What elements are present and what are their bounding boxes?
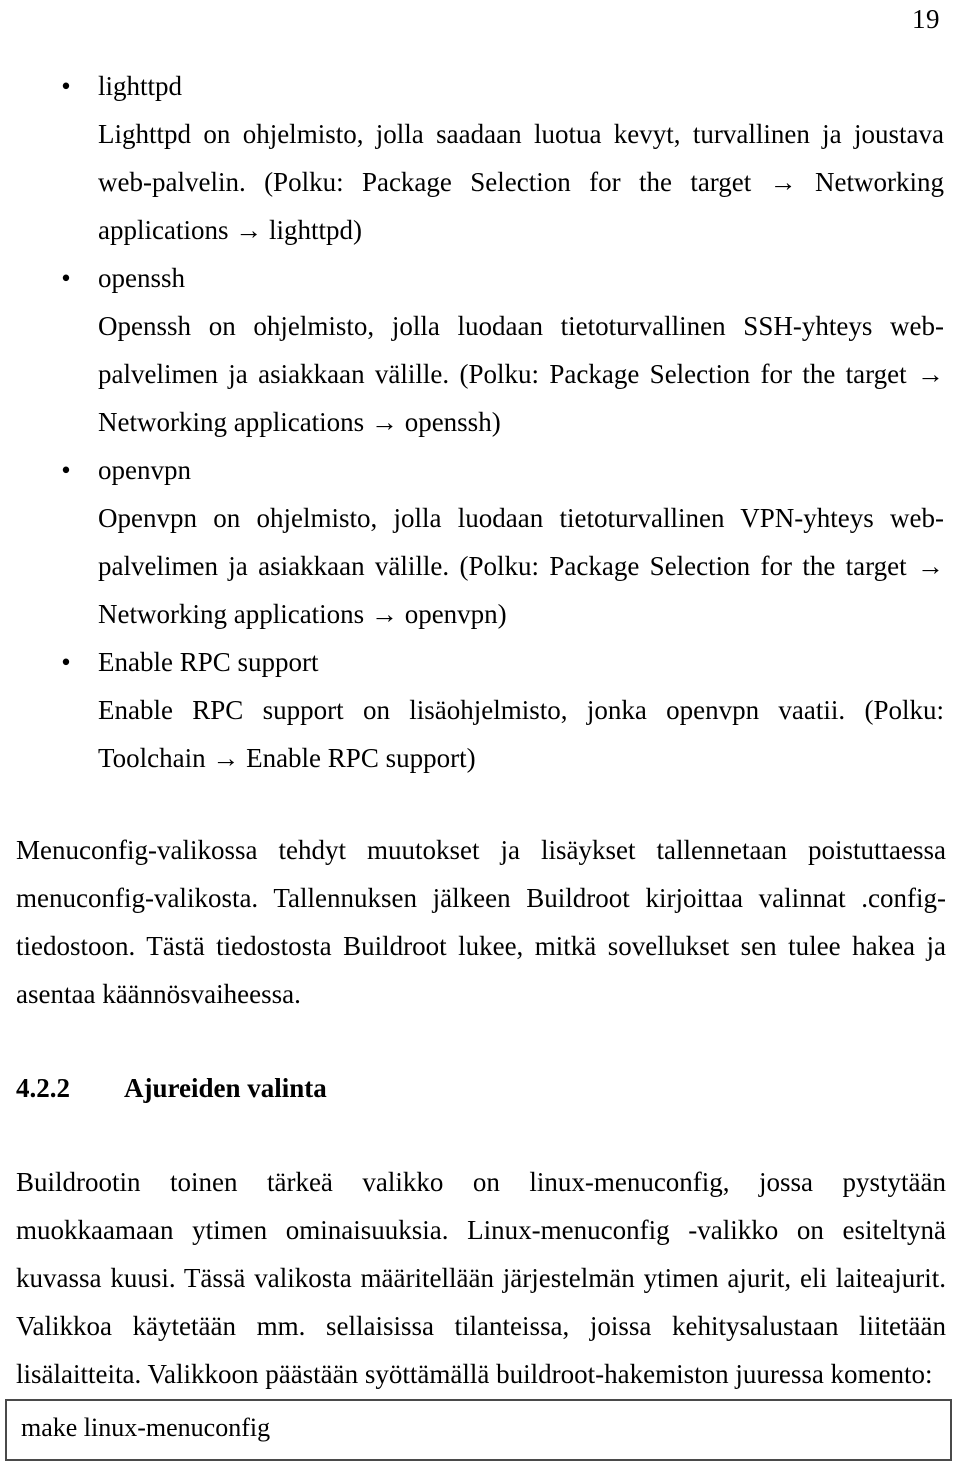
section-heading-number: 4.2.2 xyxy=(16,1073,70,1103)
bullet-label-row: • openvpn xyxy=(16,446,946,494)
page-content: • lighttpd Lighttpd on ohjelmisto, jolla… xyxy=(16,62,946,1398)
bullet-label-row: • Enable RPC support xyxy=(16,638,946,686)
bullet-description: Lighttpd on ohjelmisto, jolla saadaan lu… xyxy=(98,119,944,245)
list-item: • openssh Openssh on ohjelmisto, jolla l… xyxy=(16,254,946,446)
list-item: • Enable RPC support Enable RPC support … xyxy=(16,638,946,782)
bullet-description: Openssh on ohjelmisto, jolla luodaan tie… xyxy=(98,311,944,437)
heading-spacer-above xyxy=(16,1018,946,1068)
heading-spacer-below xyxy=(16,1108,946,1158)
bullet-label: openvpn xyxy=(98,455,191,485)
bullet-label: lighttpd xyxy=(98,71,183,101)
paragraph-linux-menuconfig: Buildrootin toinen tärkeä valikko on lin… xyxy=(16,1167,946,1389)
bullet-label-row: • lighttpd xyxy=(16,62,946,110)
bullet-dot-icon: • xyxy=(61,455,71,485)
paragraph-menuconfig-save: Menuconfig-valikossa tehdyt muutokset ja… xyxy=(16,835,946,1009)
bullet-label: Enable RPC support xyxy=(98,647,319,677)
page-number: 19 xyxy=(912,4,940,34)
code-block: make linux-menuconfig xyxy=(5,1399,952,1461)
bullet-label: openssh xyxy=(98,263,185,293)
document-page: 19 • lighttpd Lighttpd on ohjelmisto, jo… xyxy=(0,0,960,1465)
bullet-dot-icon: • xyxy=(61,71,71,101)
bullet-description: Openvpn on ohjelmisto, jolla luodaan tie… xyxy=(98,503,944,629)
list-item: • lighttpd Lighttpd on ohjelmisto, jolla… xyxy=(16,62,946,254)
bullet-dot-icon: • xyxy=(61,263,71,293)
list-item: • openvpn Openvpn on ohjelmisto, jolla l… xyxy=(16,446,946,638)
code-command: make linux-menuconfig xyxy=(21,1413,271,1442)
section-heading-title: Ajureiden valinta xyxy=(124,1073,327,1103)
bullet-description: Enable RPC support on lisäohjelmisto, jo… xyxy=(98,695,944,773)
section-heading: 4.2.2 Ajureiden valinta xyxy=(16,1068,946,1108)
bullet-dot-icon: • xyxy=(61,647,71,677)
bullet-label-row: • openssh xyxy=(16,254,946,302)
